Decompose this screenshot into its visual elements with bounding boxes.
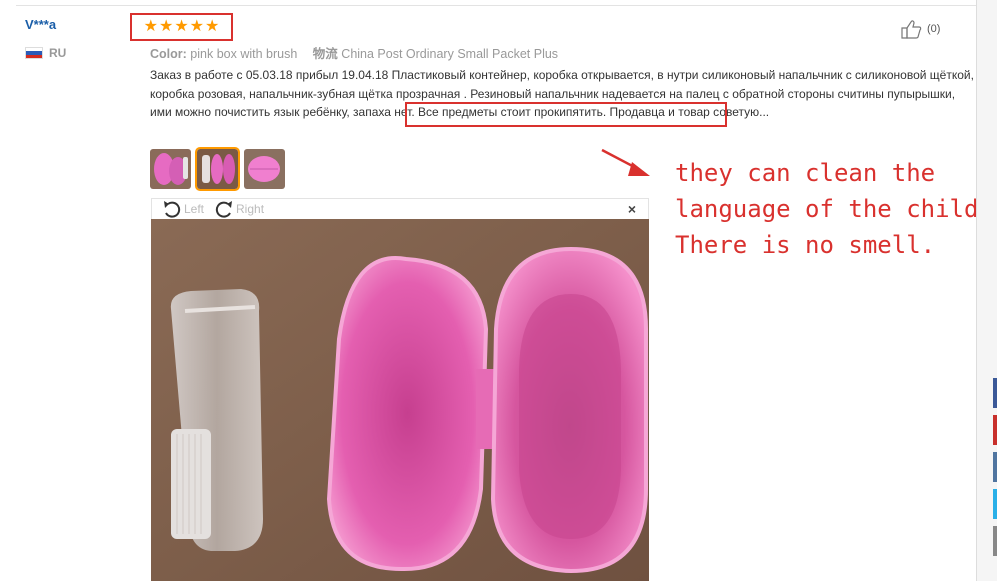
- thumbnail-1[interactable]: [150, 149, 191, 189]
- close-icon[interactable]: ×: [628, 201, 636, 217]
- social-share-twitter[interactable]: [993, 489, 997, 519]
- rotate-left-label[interactable]: Left: [184, 202, 204, 216]
- review-top-border: [16, 5, 976, 6]
- star-icon: ★: [143, 18, 158, 35]
- social-share-facebook[interactable]: [993, 378, 997, 408]
- rotate-right-label[interactable]: Right: [236, 202, 264, 216]
- image-viewer-toolbar: Left Right ×: [151, 198, 649, 219]
- highlight-box: [405, 102, 727, 127]
- helpful-button[interactable]: (0): [900, 19, 940, 39]
- thumbnail-2[interactable]: [195, 147, 240, 191]
- reviewer-country: RU: [25, 46, 66, 60]
- star-icon: ★: [205, 18, 220, 35]
- rotate-left-button[interactable]: Left: [162, 200, 204, 218]
- star-icon: ★: [189, 18, 205, 35]
- rating-stars: ★ ★ ★ ★ ★: [130, 13, 233, 41]
- color-value: pink box with brush: [190, 47, 298, 61]
- arrow-icon: [601, 148, 650, 176]
- social-share-other[interactable]: [993, 526, 997, 556]
- thumbs-up-icon[interactable]: [900, 19, 924, 39]
- rotate-left-icon[interactable]: [162, 200, 182, 218]
- review-photo: [151, 219, 649, 581]
- ru-flag-icon: [25, 47, 43, 59]
- rotate-right-icon[interactable]: [214, 200, 234, 218]
- social-share-vk[interactable]: [993, 452, 997, 482]
- review-meta: Color: pink box with brush 物流 China Post…: [150, 43, 558, 62]
- thumbnail-3[interactable]: [244, 149, 285, 189]
- helpful-count: (0): [927, 23, 941, 35]
- rotate-right-button[interactable]: Right: [214, 200, 264, 218]
- color-label: Color:: [150, 47, 187, 61]
- shipping-value: China Post Ordinary Small Packet Plus: [341, 47, 559, 61]
- shipping-label: 物流: [312, 47, 338, 61]
- country-code: RU: [49, 46, 67, 60]
- reviewer-name[interactable]: V***a: [25, 17, 56, 32]
- star-icon: ★: [158, 18, 174, 35]
- annotation-text: they can clean the language of the child…: [675, 155, 993, 263]
- annotation-line-3: There is no smell.: [675, 231, 936, 259]
- annotation-line-2: language of the child.: [675, 195, 993, 223]
- star-icon: ★: [174, 18, 189, 35]
- review-thumbnails: [150, 147, 285, 191]
- annotation-line-1: they can clean the: [675, 159, 936, 187]
- social-share-google[interactable]: [993, 415, 997, 445]
